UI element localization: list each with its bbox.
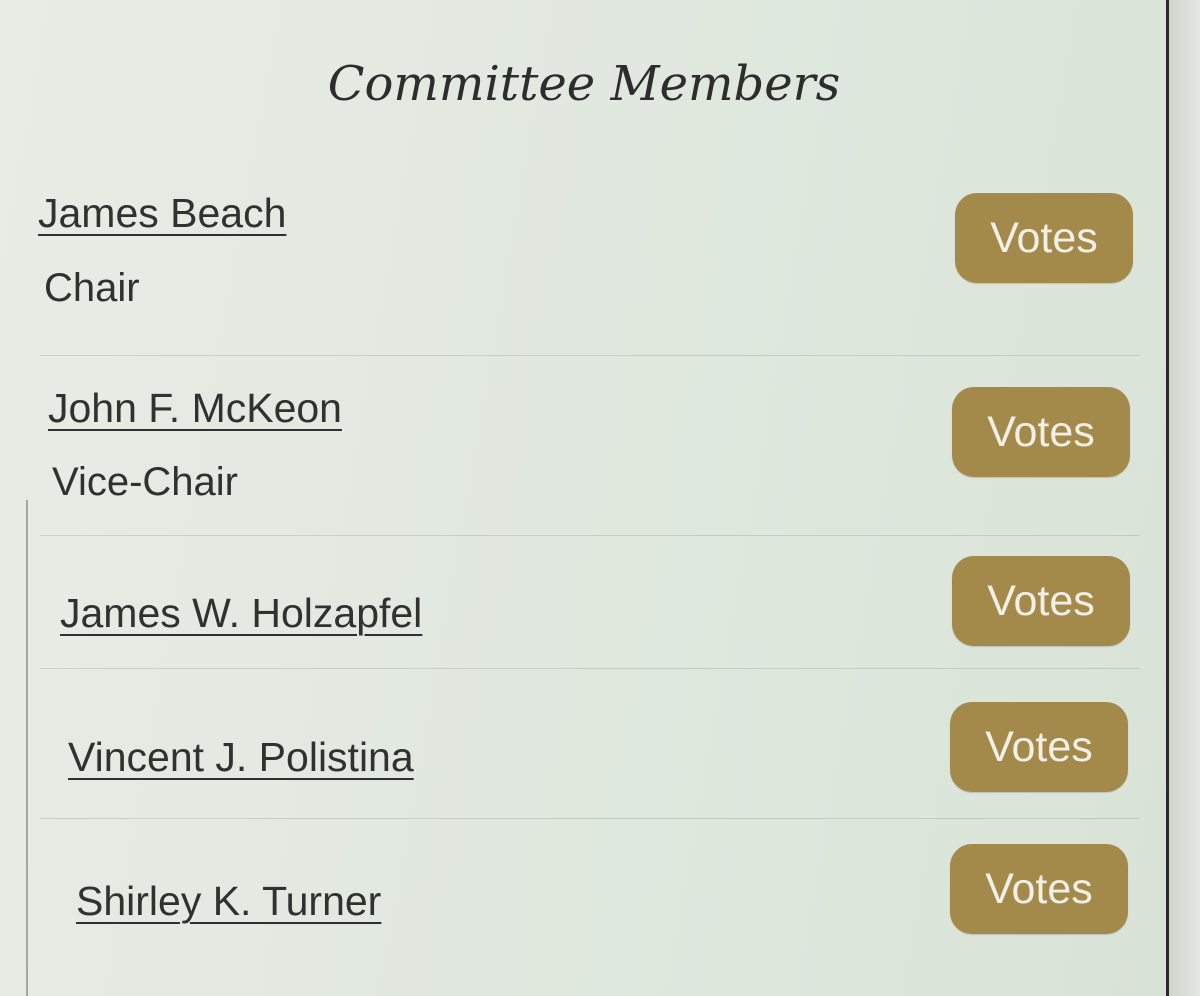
votes-button[interactable]: Votes [952, 556, 1130, 646]
votes-button[interactable]: Votes [950, 844, 1128, 934]
votes-button[interactable]: Votes [950, 702, 1128, 792]
row-divider [40, 668, 1140, 669]
member-name-link[interactable]: John F. McKeon [48, 385, 342, 432]
row-divider [40, 535, 1140, 536]
page-title: Committee Members [327, 56, 841, 112]
member-name-link[interactable]: Shirley K. Turner [76, 878, 381, 925]
votes-button[interactable]: Votes [955, 193, 1133, 283]
votes-button[interactable]: Votes [952, 387, 1130, 477]
member-name-link[interactable]: Vincent J. Polistina [68, 734, 414, 781]
committee-panel: Committee Members James Beach Chair Vote… [0, 0, 1168, 996]
row-divider [40, 818, 1140, 819]
member-role: Vice-Chair [52, 460, 238, 504]
row-divider [40, 355, 1140, 356]
member-name-link[interactable]: James Beach [38, 190, 286, 237]
member-role: Chair [44, 266, 140, 310]
outer-background [1169, 0, 1200, 996]
member-name-link[interactable]: James W. Holzapfel [60, 590, 422, 637]
panel-left-border [26, 500, 28, 996]
